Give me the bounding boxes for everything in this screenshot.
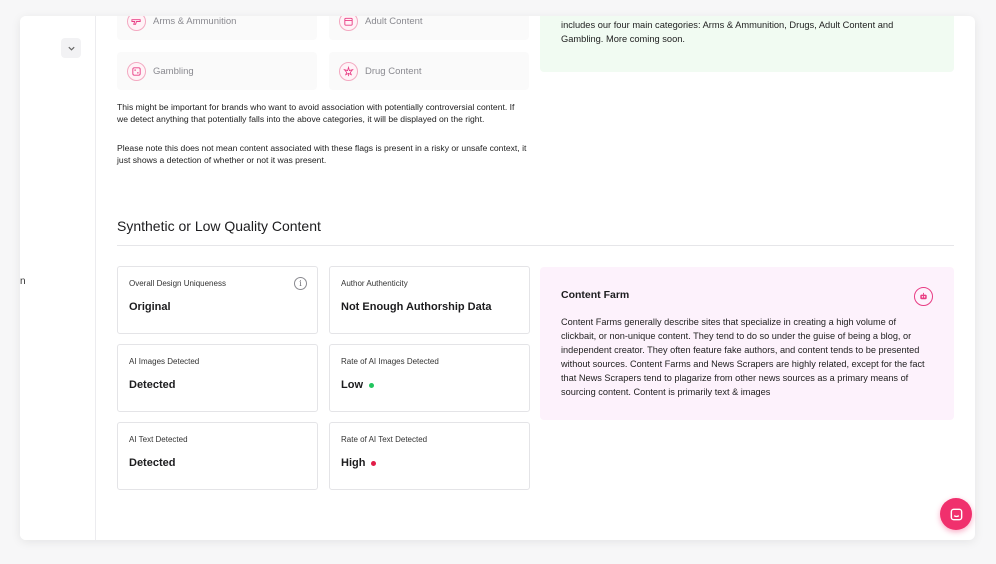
calendar-icon — [339, 16, 358, 31]
category-label: Drug Content — [365, 65, 422, 77]
card-label: Rate of AI Text Detected — [341, 435, 428, 444]
content-farm-description: Content Farms generally describe sites t… — [561, 317, 925, 397]
content-farm-panel: Content Farm Content Farms generally des… — [540, 267, 954, 420]
card-label: AI Text Detected — [129, 435, 188, 444]
sidebar-item-label[interactable]: n — [20, 276, 26, 287]
divider — [117, 245, 954, 246]
collapse-button[interactable] — [61, 38, 81, 58]
brand-safety-note: Please note this does not mean content a… — [117, 143, 527, 165]
app-window: n Arms & Ammunition Adult Content Gambli… — [20, 16, 975, 540]
leaf-icon — [339, 61, 358, 81]
main-content: Arms & Ammunition Adult Content Gambling… — [117, 16, 975, 540]
brand-safety-description: This might be important for brands who w… — [117, 102, 515, 124]
card-value: Low — [341, 379, 363, 391]
chat-launcher-button[interactable] — [940, 498, 972, 530]
chat-icon — [950, 508, 962, 520]
category-label: Adult Content — [365, 16, 423, 27]
card-value: Detected — [129, 379, 176, 391]
sidebar: n — [20, 16, 96, 540]
card-value: Not Enough Authorship Data — [341, 301, 492, 313]
card-value: Original — [129, 301, 171, 313]
category-label: Arms & Ammunition — [153, 16, 237, 27]
card-value: High — [341, 457, 366, 469]
brand-safety-panel-text: includes our four main categories: Arms … — [561, 20, 894, 44]
robot-icon — [914, 287, 933, 306]
card-label: Rate of AI Images Detected — [341, 357, 439, 366]
card-label: AI Images Detected — [129, 357, 200, 366]
metric-card-ai-text-rate: Rate of AI Text Detected High — [329, 422, 530, 490]
card-label: Overall Design Uniqueness — [129, 279, 226, 288]
category-arms: Arms & Ammunition — [117, 16, 317, 40]
info-icon[interactable]: i — [294, 277, 307, 290]
card-value: Detected — [129, 457, 176, 469]
metric-card-ai-images-rate: Rate of AI Images Detected Low — [329, 344, 530, 412]
metric-card-ai-images: AI Images Detected Detected — [117, 344, 318, 412]
category-adult: Adult Content — [329, 16, 529, 40]
status-dot — [369, 382, 374, 388]
category-gambling: Gambling — [117, 52, 317, 90]
category-drug: Drug Content — [329, 52, 529, 90]
card-label: Author Authenticity — [341, 279, 408, 288]
metric-card-design-uniqueness: Overall Design Uniqueness Original i — [117, 266, 318, 334]
chevron-down-icon — [67, 46, 75, 51]
metric-card-author-authenticity: Author Authenticity Not Enough Authorshi… — [329, 266, 530, 334]
section-title: Synthetic or Low Quality Content — [117, 218, 321, 234]
content-farm-title: Content Farm — [561, 289, 630, 301]
metric-card-ai-text: AI Text Detected Detected — [117, 422, 318, 490]
status-dot — [371, 460, 377, 466]
category-label: Gambling — [153, 65, 194, 77]
dice-icon — [127, 61, 146, 81]
brand-safety-panel: includes our four main categories: Arms … — [540, 16, 954, 72]
gun-icon — [127, 16, 146, 31]
